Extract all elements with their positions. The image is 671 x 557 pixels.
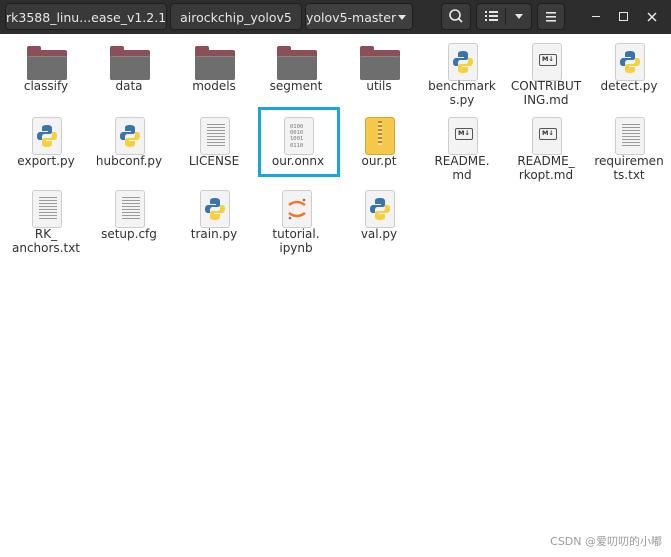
file-label: requiremen ts.txt: [594, 154, 664, 182]
file-label: val.py: [360, 227, 398, 241]
file-item-setup-cfg[interactable]: setup.cfg: [87, 190, 171, 241]
file-label: LICENSE: [188, 154, 240, 168]
markdown-glyph: M↓: [539, 54, 557, 66]
file-item-requirements[interactable]: requiremen ts.txt: [587, 117, 671, 183]
python-logo-icon: [205, 198, 225, 220]
file-item-models[interactable]: models: [172, 43, 256, 93]
markdown-file-icon: M↓: [532, 117, 562, 155]
list-view-icon: [485, 11, 498, 21]
markdown-file-icon: M↓: [532, 43, 562, 81]
breadcrumb-airockchip-yolov5[interactable]: airockchip_yolov5: [170, 3, 302, 30]
folder-icon: [27, 46, 67, 80]
python-file-icon: [365, 190, 395, 228]
hamburger-menu-icon: [546, 12, 556, 22]
minimize-icon: [592, 15, 600, 18]
view-options-button[interactable]: [476, 3, 532, 30]
file-item-readme-rkopt[interactable]: M↓ README_ rkopt.md: [504, 117, 588, 183]
file-item-hubconf[interactable]: hubconf.py: [87, 117, 171, 168]
breadcrumb-current-label: yolov5-master: [306, 10, 397, 25]
text-file-icon: [615, 117, 645, 155]
markdown-glyph: M↓: [455, 128, 473, 140]
file-item-contributing[interactable]: M↓ CONTRIBUT ING.md: [504, 43, 588, 109]
close-button[interactable]: [637, 0, 667, 34]
python-file-icon: [115, 117, 145, 155]
python-file-icon: [32, 117, 62, 155]
file-label: utils: [366, 79, 392, 93]
search-button[interactable]: [441, 3, 471, 30]
file-label: train.py: [190, 227, 238, 241]
breadcrumb-yolov5-master[interactable]: yolov5-master: [305, 3, 413, 30]
file-label: README. md: [434, 154, 490, 182]
search-icon: [449, 9, 463, 23]
file-item-val[interactable]: val.py: [337, 190, 421, 241]
python-logo-icon: [120, 125, 140, 147]
watermark: CSDN @爱叨叨的小嘟: [550, 535, 662, 548]
file-label: hubconf.py: [95, 154, 163, 168]
file-label: export.py: [17, 154, 75, 168]
text-file-icon: [200, 117, 230, 155]
file-label: CONTRIBUT ING.md: [510, 79, 582, 107]
file-item-readme[interactable]: M↓ README. md: [420, 117, 504, 183]
text-file-icon: [32, 190, 62, 228]
minimize-button[interactable]: [581, 0, 611, 34]
view-divider: [505, 8, 506, 25]
python-file-icon: [200, 190, 230, 228]
markdown-glyph: M↓: [539, 128, 557, 140]
file-label: README_ rkopt.md: [517, 154, 575, 182]
close-icon: [647, 11, 657, 22]
file-label: classify: [23, 79, 69, 93]
file-label: setup.cfg: [101, 227, 157, 241]
breadcrumb-rk3588[interactable]: rk3588_linu...ease_v1.2.1: [5, 3, 167, 30]
file-item-utils[interactable]: utils: [337, 43, 421, 93]
jupyter-logo-icon: [288, 198, 306, 220]
file-label: models: [192, 79, 236, 93]
file-label: segment: [269, 79, 323, 93]
markdown-file-icon: M↓: [448, 117, 478, 155]
view-chevron-down-icon[interactable]: [515, 14, 523, 19]
file-item-data[interactable]: data: [87, 43, 171, 93]
python-logo-icon: [37, 125, 57, 147]
menu-button[interactable]: [537, 3, 565, 30]
file-label: benchmark s.py: [428, 79, 496, 107]
file-label: RK_ anchors.txt: [11, 227, 80, 255]
file-item-classify[interactable]: classify: [4, 43, 88, 93]
maximize-button[interactable]: [608, 0, 638, 34]
file-item-export[interactable]: export.py: [4, 117, 88, 168]
file-item-license[interactable]: LICENSE: [172, 117, 256, 168]
file-label: our.pt: [361, 154, 397, 168]
file-label: detect.py: [600, 79, 658, 93]
python-logo-icon: [453, 51, 473, 73]
breadcrumb-chevron-down-icon[interactable]: [398, 15, 406, 20]
file-label: tutorial. ipynb: [272, 227, 320, 255]
folder-icon: [195, 46, 235, 80]
folder-icon: [360, 46, 400, 80]
file-item-our-pt[interactable]: our.pt: [337, 117, 421, 168]
text-file-icon: [115, 190, 145, 228]
python-logo-icon: [370, 198, 390, 220]
file-item-rk-anchors[interactable]: RK_ anchors.txt: [4, 190, 88, 256]
python-file-icon: [448, 43, 478, 81]
file-item-benchmarks[interactable]: benchmark s.py: [420, 43, 504, 109]
maximize-icon: [618, 12, 628, 21]
file-item-tutorial[interactable]: tutorial. ipynb: [254, 190, 338, 256]
jupyter-file-icon: [282, 190, 312, 228]
selection-highlight: [258, 107, 340, 177]
folder-icon: [110, 46, 150, 80]
python-file-icon: [615, 43, 645, 81]
folder-icon: [277, 46, 317, 80]
python-logo-icon: [620, 51, 640, 73]
archive-file-icon: [365, 117, 395, 155]
file-item-detect[interactable]: detect.py: [587, 43, 671, 93]
file-label: data: [115, 79, 143, 93]
header-bar: rk3588_linu...ease_v1.2.1 airockchip_yol…: [0, 0, 671, 34]
file-item-train[interactable]: train.py: [172, 190, 256, 241]
file-item-segment[interactable]: segment: [254, 43, 338, 93]
